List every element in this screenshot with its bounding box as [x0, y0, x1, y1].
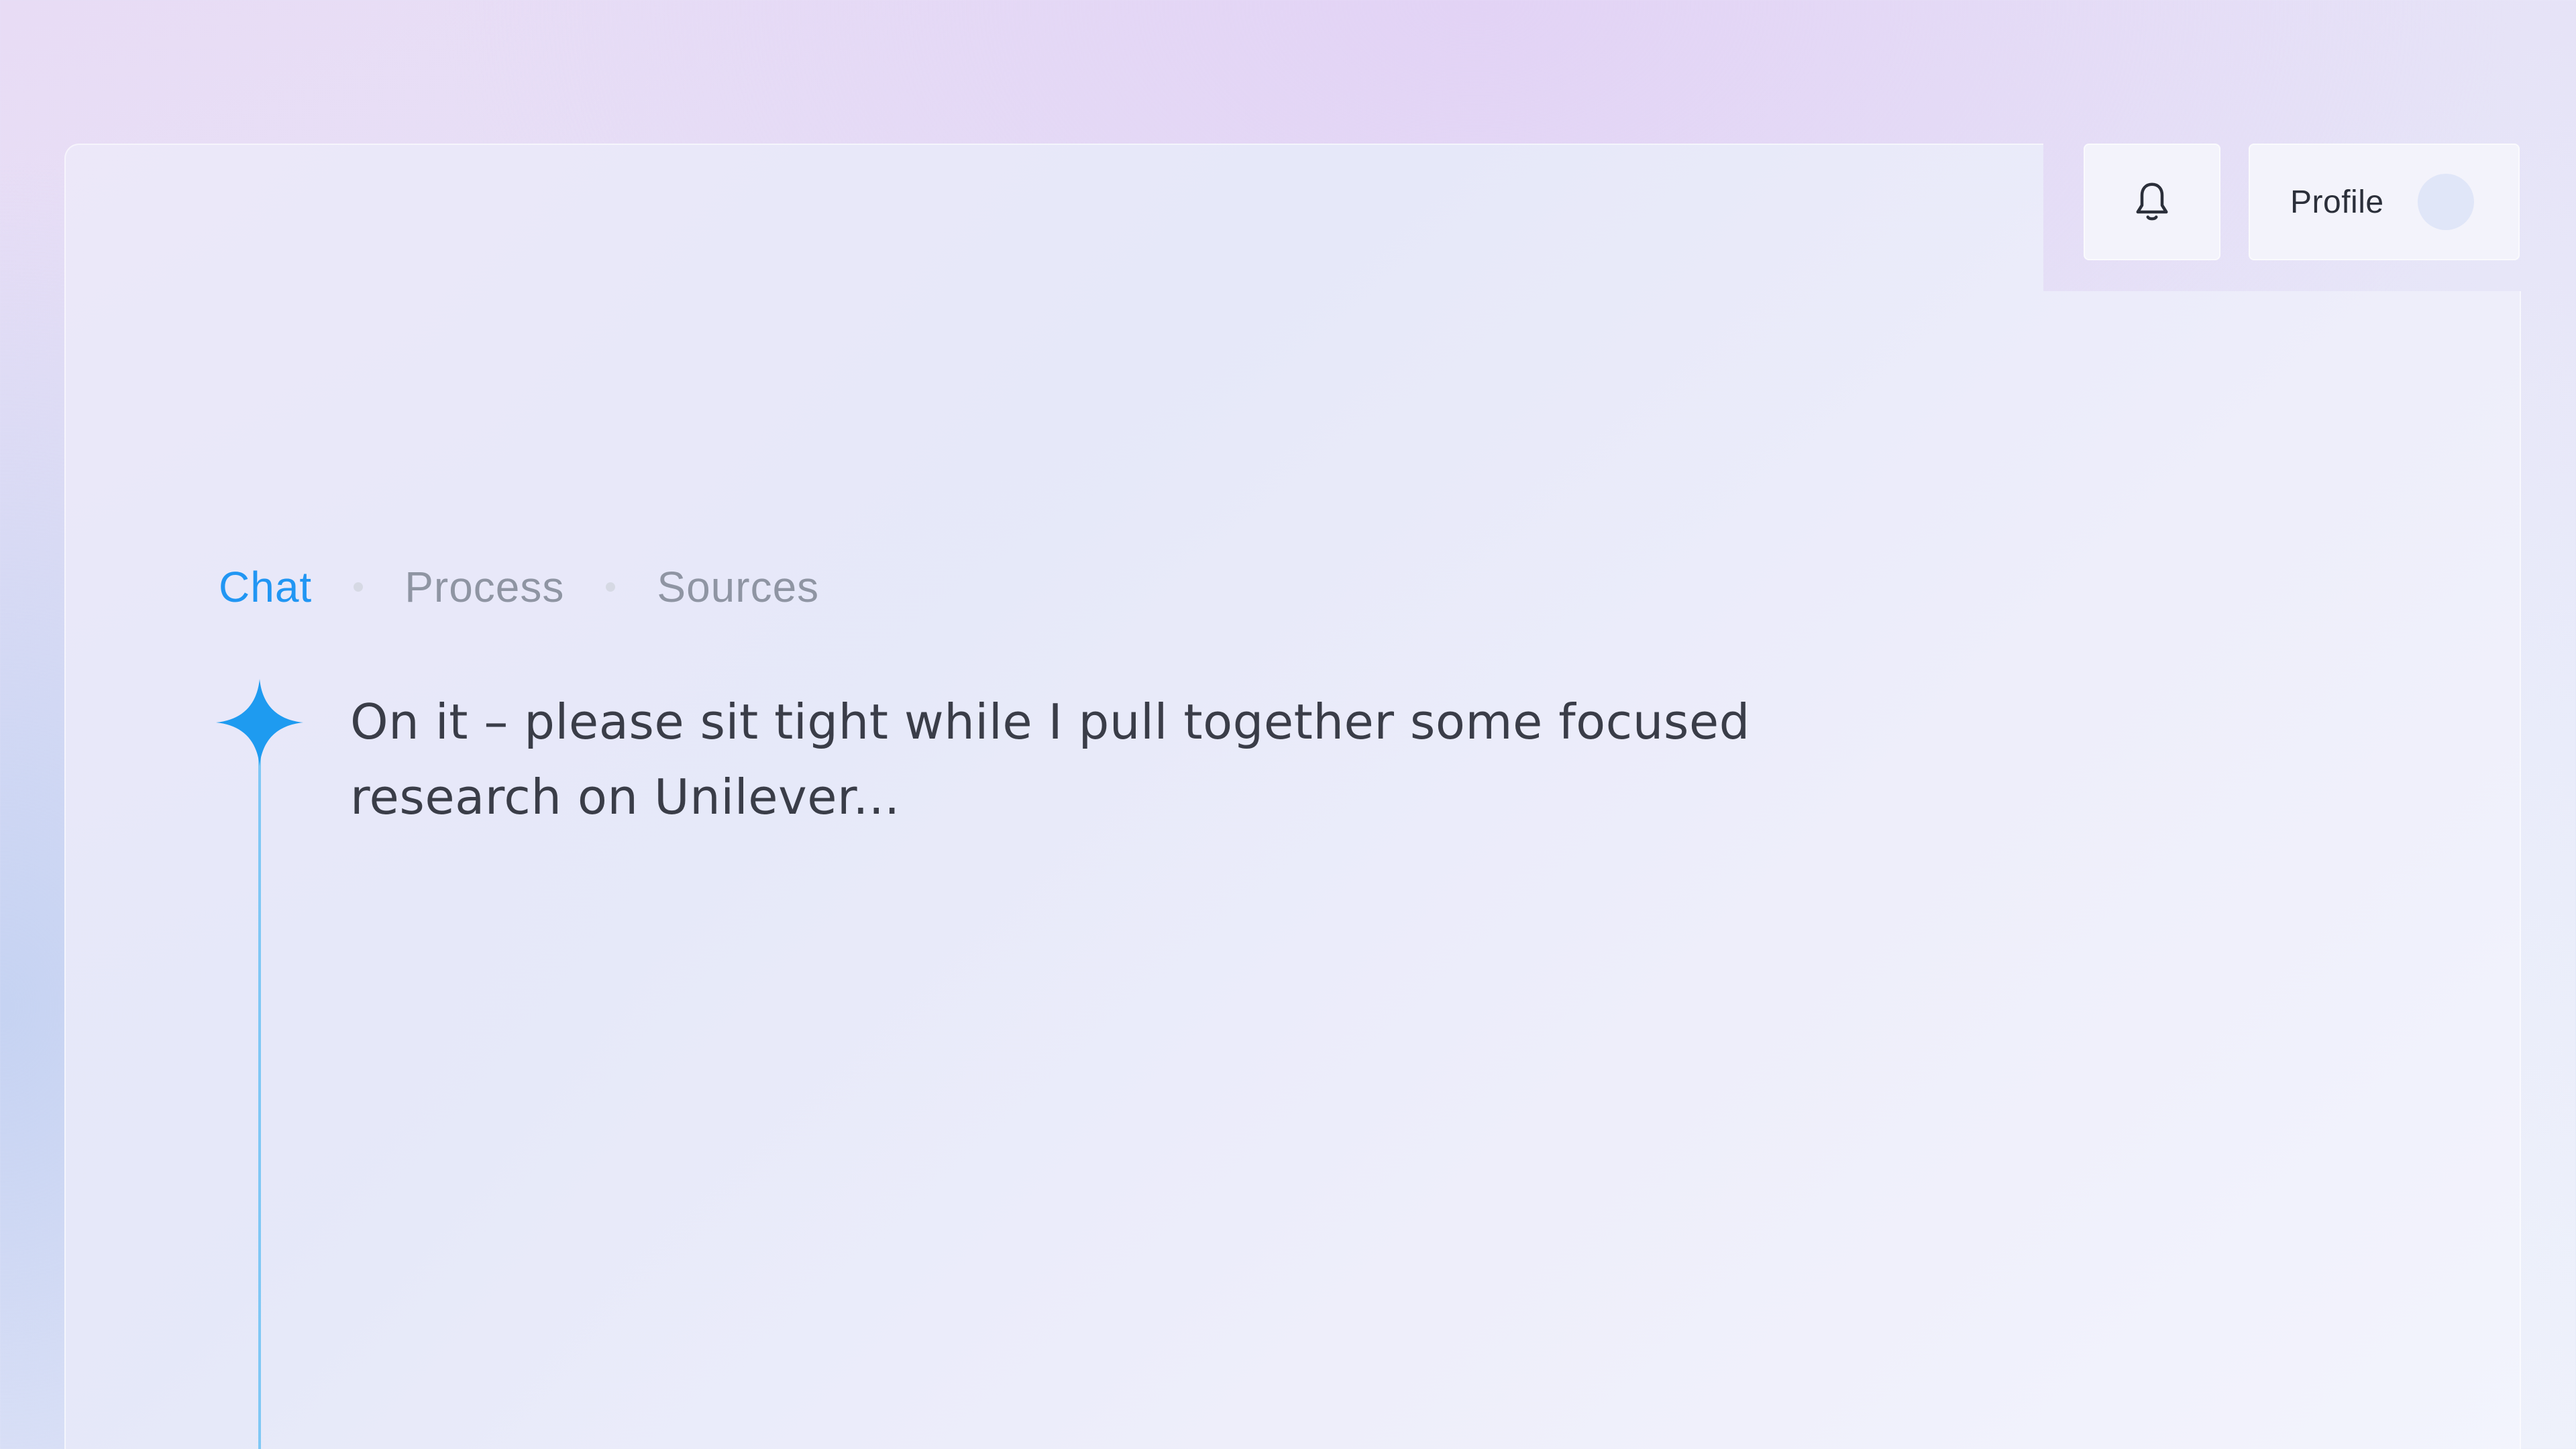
profile-button[interactable]: Profile [2249, 144, 2520, 260]
sparkle-icon [216, 679, 303, 766]
tab-bar: Chat Process Sources [219, 562, 819, 612]
tab-sources[interactable]: Sources [657, 562, 819, 612]
avatar [2417, 174, 2474, 230]
tab-process[interactable]: Process [405, 562, 564, 612]
notifications-button[interactable] [2084, 144, 2220, 260]
tab-separator [354, 582, 364, 592]
timeline-line [258, 751, 261, 1449]
profile-label: Profile [2290, 184, 2384, 220]
header-actions: Profile [2084, 144, 2520, 260]
tab-separator [606, 582, 616, 592]
bell-icon [2136, 182, 2168, 221]
tab-chat[interactable]: Chat [219, 562, 312, 612]
assistant-message: On it – please sit tight while I pull to… [350, 694, 1750, 825]
